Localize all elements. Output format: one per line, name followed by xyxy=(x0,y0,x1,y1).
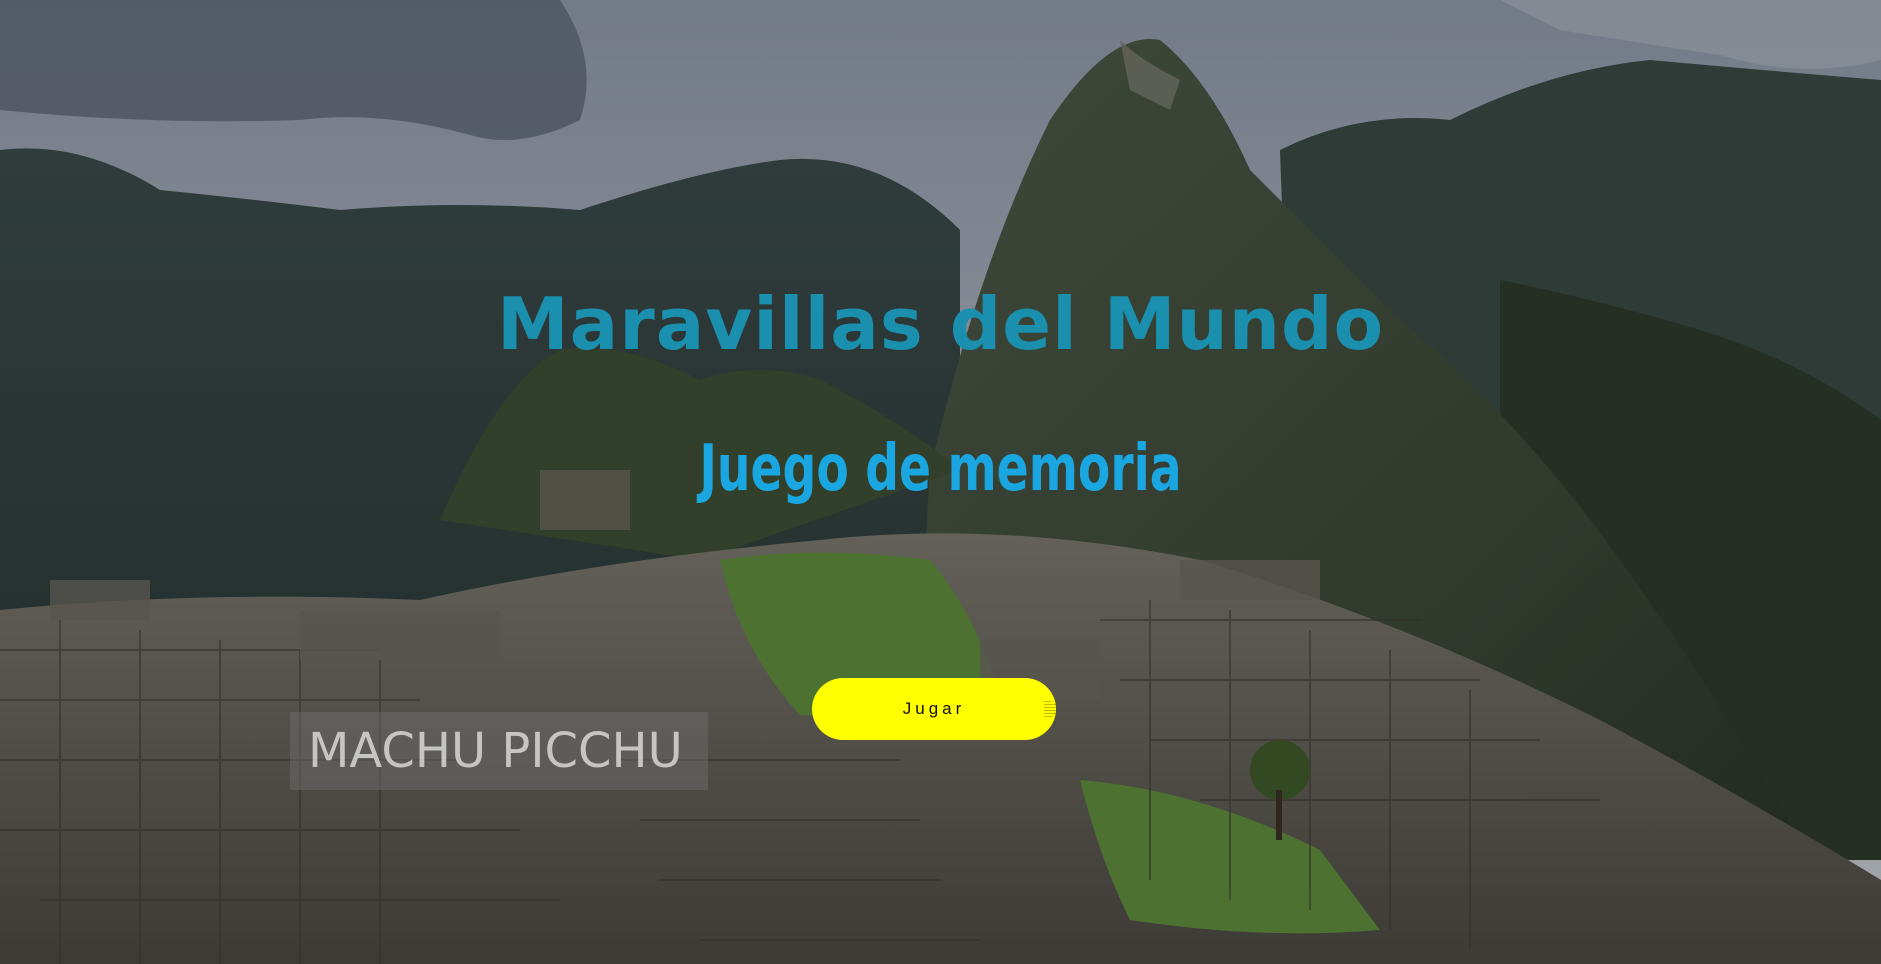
wonder-caption: MACHU PICCHU xyxy=(290,712,708,790)
game-subtitle: Juego de memoria xyxy=(699,432,1182,506)
play-button[interactable]: Jugar xyxy=(812,678,1056,740)
play-button-label: Jugar xyxy=(902,699,966,718)
button-edge-decoration xyxy=(1044,701,1056,717)
wonder-caption-text: MACHU PICCHU xyxy=(308,723,683,779)
page-title: Maravillas del Mundo xyxy=(496,282,1385,366)
